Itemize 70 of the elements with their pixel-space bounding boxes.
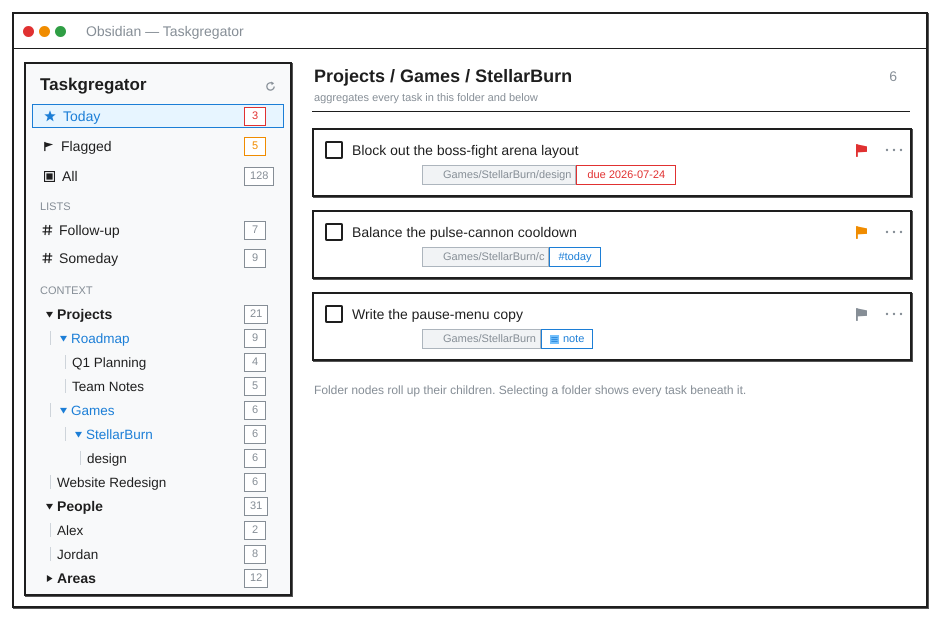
count-badge: 8 [244, 544, 266, 564]
caret-icon[interactable] [46, 574, 53, 582]
tree-item[interactable]: Alex 2 [32, 518, 284, 542]
count-badge: 6 [244, 424, 266, 444]
sidebar-title: Taskgregator [40, 75, 148, 95]
task-title: Write the pause-menu copy [352, 306, 524, 322]
count-badge: 31 [244, 496, 268, 516]
list-item[interactable]: Follow-up 7 [32, 218, 284, 242]
tree-item[interactable]: Projects 21 [32, 302, 284, 326]
tree-item[interactable]: Jordan 8 [32, 542, 284, 566]
checkbox[interactable] [325, 223, 343, 241]
note-tag[interactable]: note [540, 329, 594, 349]
caret-icon[interactable] [46, 310, 53, 318]
count-badge: 9 [244, 248, 266, 268]
window-title: Obsidian — Taskgregator [86, 23, 244, 39]
count-badge: 5 [244, 376, 266, 396]
refresh-icon[interactable] [265, 81, 276, 92]
tree-item[interactable]: Roadmap 9 [32, 326, 284, 350]
more-icon[interactable] [885, 148, 903, 152]
window-maximize-icon[interactable] [55, 26, 66, 36]
filled-square-icon [44, 170, 55, 182]
count-badge: 5 [244, 136, 266, 156]
star-icon [44, 110, 56, 122]
sidebar-item[interactable]: Today 3 [32, 104, 284, 128]
count-badge: 3 [244, 106, 266, 126]
task-title: Balance the pulse-cannon cooldown [352, 224, 578, 240]
flag-icon[interactable] [856, 308, 867, 320]
hash-icon [42, 252, 53, 264]
breadcrumb-title: Projects / Games / StellarBurn [314, 66, 574, 86]
tree-item[interactable]: Q1 Planning 4 [32, 350, 284, 374]
task-count: 6 [889, 68, 897, 84]
checkbox[interactable] [325, 305, 343, 323]
count-badge: 12 [244, 568, 268, 588]
window-minimize-icon[interactable] [39, 26, 50, 36]
count-badge: 6 [244, 472, 266, 492]
caret-icon[interactable] [46, 502, 53, 510]
tree-item[interactable]: StellarBurn 6 [32, 422, 284, 446]
folder-description: aggregates every task in this folder and below [314, 91, 539, 105]
more-icon[interactable] [885, 230, 903, 234]
count-badge: 4 [244, 352, 266, 372]
checkbox[interactable] [325, 141, 343, 159]
tree-item[interactable]: Areas 12 [32, 566, 284, 590]
tree-item[interactable]: Team Notes 5 [32, 374, 284, 398]
sidebar-item[interactable]: All 128 [32, 164, 284, 188]
count-badge: 6 [244, 448, 266, 468]
count-badge: 2 [244, 520, 266, 540]
section-heading: CONTEXT [40, 284, 94, 298]
list-item[interactable]: Someday 9 [32, 246, 284, 270]
tree-item[interactable]: design 6 [32, 446, 284, 470]
note-icon [550, 334, 559, 344]
tree-item[interactable]: Games 6 [32, 398, 284, 422]
sidebar-item[interactable]: Flagged 5 [32, 134, 284, 158]
count-badge: 7 [244, 220, 266, 240]
tree-item[interactable]: Website Redesign 6 [32, 470, 284, 494]
count-badge: 21 [244, 304, 268, 324]
section-heading: LISTS [40, 200, 72, 214]
window-close-icon[interactable] [23, 26, 34, 36]
more-icon[interactable] [885, 312, 903, 316]
flag-icon[interactable] [856, 226, 867, 238]
tree-item[interactable]: People 31 [32, 494, 284, 518]
task-title: Block out the boss-fight arena layout [352, 142, 580, 158]
count-badge: 6 [244, 400, 266, 420]
count-badge: 128 [244, 166, 274, 186]
hashtag-tag[interactable]: #today [549, 247, 601, 267]
count-badge: 9 [244, 328, 266, 348]
flag-icon[interactable] [856, 144, 867, 156]
flag-icon [44, 140, 54, 152]
due-date-tag[interactable]: due 2026-07-24 [576, 165, 676, 185]
hash-icon [42, 224, 53, 236]
help-text: Folder nodes roll up their children. Selecting a folder shows every task beneath it. [314, 383, 748, 397]
